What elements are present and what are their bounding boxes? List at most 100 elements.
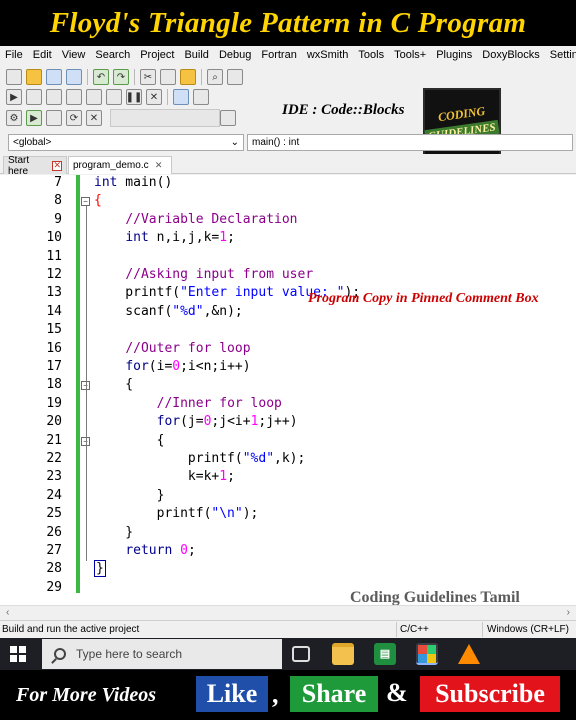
subscribe-badge: Subscribe [420, 676, 560, 712]
line-number: 15 [46, 322, 62, 338]
code-line[interactable]: 7 int main() [0, 175, 576, 193]
codeblocks-window: File Edit View Search Project Build Debu… [0, 46, 576, 638]
menu-settings[interactable]: Settings [545, 49, 576, 61]
file-explorer-icon[interactable] [332, 643, 354, 665]
step-out-icon[interactable] [86, 89, 102, 105]
cut-icon[interactable]: ✂ [140, 69, 156, 85]
video-title: Floyd's Triangle Pattern in C Program [49, 6, 527, 39]
debug-windows-icon[interactable] [173, 89, 189, 105]
menu-plugins[interactable]: Plugins [431, 49, 477, 61]
code-text: k=k+1; [94, 469, 235, 485]
toolbar-separator [201, 69, 202, 85]
find-icon[interactable]: ⌕ [207, 69, 223, 85]
close-icon[interactable]: ✕ [154, 161, 164, 171]
line-number: 24 [46, 487, 62, 503]
undo-icon[interactable]: ↶ [93, 69, 109, 85]
line-number: 13 [46, 285, 62, 301]
horizontal-scrollbar[interactable]: ‹ › [0, 605, 576, 619]
run-to-cursor-icon[interactable] [26, 89, 42, 105]
menu-edit[interactable]: Edit [28, 49, 57, 61]
menu-view[interactable]: View [57, 49, 91, 61]
windows-start-icon[interactable] [10, 646, 26, 662]
task-view-icon[interactable] [292, 646, 310, 662]
function-select[interactable]: main() : int [247, 134, 573, 151]
debug-continue-icon[interactable]: ▶ [6, 89, 22, 105]
copy-icon[interactable] [160, 69, 176, 85]
new-file-icon[interactable] [6, 69, 22, 85]
close-icon[interactable]: ✕ [52, 160, 62, 171]
replace-icon[interactable] [227, 69, 243, 85]
line-number: 17 [46, 359, 62, 374]
scroll-right-icon[interactable]: › [567, 607, 570, 618]
video-title-banner: Floyd's Triangle Pattern in C Program [0, 0, 576, 46]
fold-toggle-icon[interactable]: − [81, 197, 90, 207]
next-instruction-icon[interactable] [106, 89, 122, 105]
code-text: { [94, 193, 102, 209]
show-select-target-icon[interactable] [220, 110, 236, 126]
build-target-select[interactable] [110, 109, 220, 127]
code-text: for(i=0;i<n;i++) [125, 359, 251, 374]
more-videos-text: For More Videos [16, 684, 157, 706]
menu-debug[interactable]: Debug [214, 49, 256, 61]
code-text: int main() [94, 175, 173, 190]
build-gear-icon[interactable]: ⚙ [6, 110, 22, 126]
line-number: 20 [46, 414, 62, 430]
menu-fortran[interactable]: Fortran [256, 49, 301, 61]
line-number: 27 [46, 543, 62, 558]
scope-select[interactable]: <global> ⌄ [8, 134, 244, 151]
code-text: //Asking input from user [125, 267, 314, 282]
line-number: 7 [54, 175, 62, 190]
run-icon[interactable]: ▶ [26, 110, 42, 126]
various-info-icon[interactable] [193, 89, 209, 105]
save-all-icon[interactable] [66, 69, 82, 85]
line-number: 21 [46, 432, 62, 448]
step-into-icon[interactable] [66, 89, 82, 105]
menu-tools[interactable]: Tools [353, 49, 389, 61]
menu-wxsmith[interactable]: wxSmith [302, 49, 354, 61]
build-and-run-icon[interactable] [46, 110, 62, 126]
redo-icon[interactable]: ↷ [113, 69, 129, 85]
status-line-endings: Windows (CR+LF) [482, 622, 576, 637]
codeblocks-app-icon[interactable] [416, 643, 438, 665]
taskbar-search[interactable]: Type here to search [42, 639, 282, 669]
code-text: printf("%d",k); [94, 451, 306, 466]
open-folder-icon[interactable] [26, 69, 42, 85]
rebuild-icon[interactable]: ⟳ [66, 110, 82, 126]
pause-icon[interactable]: ❚❚ [126, 89, 142, 105]
pinned-comment-note: Program Copy in Pinned Comment Box [308, 291, 539, 306]
line-number: 25 [46, 506, 62, 522]
paste-icon[interactable] [180, 69, 196, 85]
tab-program-demo[interactable]: program_demo.c ✕ [68, 156, 172, 174]
line-number: 12 [46, 267, 62, 282]
footer-comma: , [272, 680, 279, 709]
status-bar: Build and run the active project C/C++ W… [0, 620, 576, 638]
line-number: 19 [46, 395, 62, 411]
menu-doxyblocks[interactable]: DoxyBlocks [477, 49, 544, 61]
toolbar-separator [87, 69, 88, 85]
next-line-icon[interactable] [46, 89, 62, 105]
fold-guide-line [86, 206, 87, 562]
tab-start-here[interactable]: Start here ✕ [3, 155, 67, 177]
code-editor[interactable]: 7 int main() 8{9 //Variable Declaration 10 … [0, 175, 576, 605]
scroll-left-icon[interactable]: ‹ [6, 607, 9, 618]
stop-debug-icon[interactable]: ✕ [146, 89, 162, 105]
share-badge: Share [290, 676, 378, 712]
spreadsheet-app-icon[interactable]: ▤ [374, 643, 396, 665]
line-number: 29 [46, 579, 62, 595]
menu-search[interactable]: Search [90, 49, 135, 61]
menu-build[interactable]: Build [179, 49, 213, 61]
code-text: //Variable Declaration [125, 211, 298, 227]
code-line[interactable]: 28} [0, 560, 576, 579]
menu-file[interactable]: File [0, 49, 28, 61]
code-text: { [94, 377, 134, 393]
menu-tools-plus[interactable]: Tools+ [389, 49, 431, 61]
vlc-cone-icon[interactable] [458, 644, 480, 664]
code-text: } [94, 560, 106, 578]
code-text: int n,i,j,k=1; [125, 230, 235, 246]
menu-project[interactable]: Project [135, 49, 179, 61]
line-number: 22 [46, 451, 62, 466]
save-icon[interactable] [46, 69, 62, 85]
code-completion-bar: <global> ⌄ main() : int [0, 132, 576, 152]
abort-icon[interactable]: ✕ [86, 110, 102, 126]
tab-label: program_demo.c [73, 160, 149, 171]
